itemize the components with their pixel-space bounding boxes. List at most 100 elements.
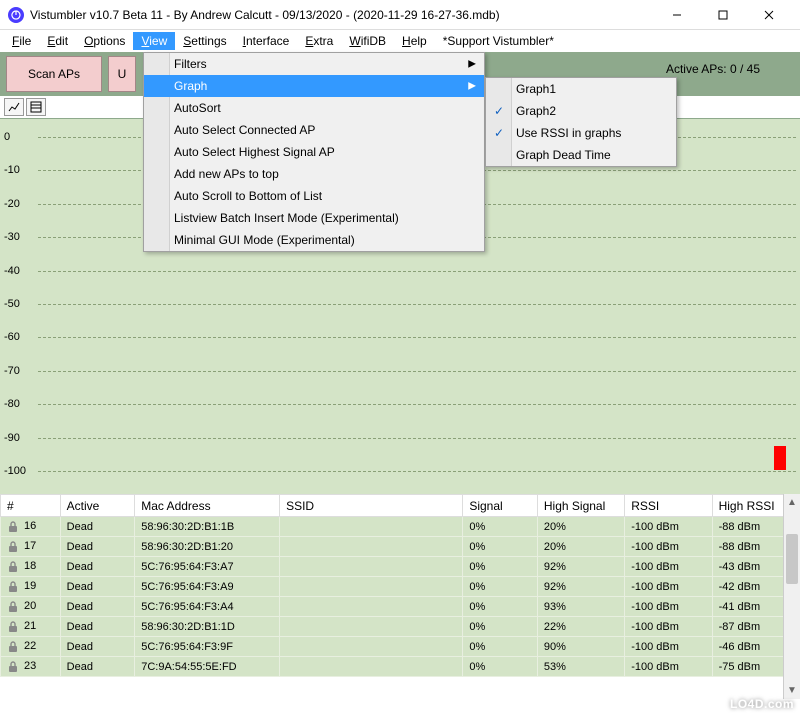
table-row[interactable]: 17Dead58:96:30:2D:B1:200%20%-100 dBm-88 … — [1, 537, 800, 557]
col-active[interactable]: Active — [60, 495, 135, 517]
cell: Dead — [60, 577, 135, 597]
col--[interactable]: # — [1, 495, 61, 517]
cell: 0% — [463, 557, 538, 577]
watermark-text: LO4D.com — [730, 697, 794, 711]
menu-wifidb[interactable]: WifiDB — [341, 32, 394, 50]
gridline — [38, 438, 796, 439]
menu-item-label: Graph1 — [516, 82, 556, 96]
view-menu-auto-scroll-to-bottom-of-list[interactable]: Auto Scroll to Bottom of List — [144, 185, 484, 207]
cell: 16 — [1, 517, 61, 537]
col-ssid[interactable]: SSID — [280, 495, 463, 517]
table-row[interactable]: 16Dead58:96:30:2D:B1:1B0%20%-100 dBm-88 … — [1, 517, 800, 537]
table-row[interactable]: 18Dead5C:76:95:64:F3:A70%92%-100 dBm-43 … — [1, 557, 800, 577]
window-title: Vistumbler v10.7 Beta 11 - By Andrew Cal… — [30, 8, 654, 22]
cell: 0% — [463, 577, 538, 597]
menu-view[interactable]: View — [133, 32, 175, 50]
list-view-icon[interactable] — [26, 98, 46, 116]
cell — [280, 577, 463, 597]
download-icon — [700, 691, 726, 717]
y-tick-label: -20 — [4, 198, 20, 210]
menu-edit[interactable]: Edit — [39, 32, 76, 50]
table-row[interactable]: 21Dead58:96:30:2D:B1:1D0%22%-100 dBm-87 … — [1, 617, 800, 637]
scroll-thumb[interactable] — [786, 534, 798, 584]
cell: 0% — [463, 537, 538, 557]
cell: Dead — [60, 617, 135, 637]
graph-view-icon[interactable] — [4, 98, 24, 116]
menu-file[interactable]: File — [4, 32, 39, 50]
scroll-up-icon[interactable]: ▲ — [784, 494, 800, 511]
col-high-signal[interactable]: High Signal — [537, 495, 624, 517]
cell: 5C:76:95:64:F3:A7 — [135, 557, 280, 577]
gridline — [38, 471, 796, 472]
y-tick-label: -90 — [4, 432, 20, 444]
check-icon: ✓ — [494, 104, 504, 118]
graph-submenu-graph-[interactable]: ✓ Graph2 — [486, 100, 676, 122]
menu-help[interactable]: Help — [394, 32, 435, 50]
cell: 58:96:30:2D:B1:1B — [135, 517, 280, 537]
cell — [280, 517, 463, 537]
view-menu-listview-batch-insert-mode-experimental-[interactable]: Listview Batch Insert Mode (Experimental… — [144, 207, 484, 229]
titlebar: Vistumbler v10.7 Beta 11 - By Andrew Cal… — [0, 0, 800, 30]
cell: 5C:76:95:64:F3:9F — [135, 637, 280, 657]
maximize-button[interactable] — [700, 0, 746, 30]
view-menu-dropdown: Filters▶Graph▶AutoSortAuto Select Connec… — [143, 52, 485, 252]
table-row[interactable]: 22Dead5C:76:95:64:F3:9F0%90%-100 dBm-46 … — [1, 637, 800, 657]
truncated-button[interactable]: U — [108, 56, 136, 92]
menu-item-label: Use RSSI in graphs — [516, 126, 621, 140]
view-menu-auto-select-connected-ap[interactable]: Auto Select Connected AP — [144, 119, 484, 141]
y-tick-label: 0 — [4, 131, 10, 143]
cell: -100 dBm — [625, 557, 712, 577]
submenu-arrow-icon: ▶ — [468, 59, 476, 70]
graph-submenu-use-rssi-in-graphs[interactable]: ✓Use RSSI in graphs — [486, 122, 676, 144]
minimize-button[interactable] — [654, 0, 700, 30]
view-menu-add-new-aps-to-top[interactable]: Add new APs to top — [144, 163, 484, 185]
menu-interface[interactable]: Interface — [235, 32, 298, 50]
graph-submenu-graph-dead-time[interactable]: Graph Dead Time — [486, 144, 676, 166]
cell: 7C:9A:54:55:5E:FD — [135, 657, 280, 677]
cell: -100 dBm — [625, 617, 712, 637]
menu-item-label: Graph Dead Time — [516, 148, 611, 162]
gridline — [38, 371, 796, 372]
menu-extra[interactable]: Extra — [297, 32, 341, 50]
view-menu-autosort[interactable]: AutoSort — [144, 97, 484, 119]
y-tick-label: -30 — [4, 231, 20, 243]
submenu-arrow-icon: ▶ — [468, 81, 476, 92]
cell — [280, 617, 463, 637]
cell: 58:96:30:2D:B1:1D — [135, 617, 280, 637]
table-body: 16Dead58:96:30:2D:B1:1B0%20%-100 dBm-88 … — [1, 517, 800, 677]
window-buttons — [654, 0, 792, 30]
col-signal[interactable]: Signal — [463, 495, 538, 517]
cell: Dead — [60, 597, 135, 617]
view-menu-minimal-gui-mode-experimental-[interactable]: Minimal GUI Mode (Experimental) — [144, 229, 484, 251]
menu-supportvistumbler[interactable]: *Support Vistumbler* — [435, 32, 562, 50]
cell: 0% — [463, 617, 538, 637]
scan-aps-button[interactable]: Scan APs — [6, 56, 102, 92]
col-mac-address[interactable]: Mac Address — [135, 495, 280, 517]
cell: 20 — [1, 597, 61, 617]
col-rssi[interactable]: RSSI — [625, 495, 712, 517]
cell: -100 dBm — [625, 657, 712, 677]
table-row[interactable]: 19Dead5C:76:95:64:F3:A90%92%-100 dBm-42 … — [1, 577, 800, 597]
table-header-row: #ActiveMac AddressSSIDSignalHigh SignalR… — [1, 495, 800, 517]
cell: 93% — [537, 597, 624, 617]
cell: 21 — [1, 617, 61, 637]
view-menu-graph[interactable]: Graph▶ — [144, 75, 484, 97]
close-button[interactable] — [746, 0, 792, 30]
menu-item-label: Graph2 — [516, 104, 556, 118]
gridline — [38, 404, 796, 405]
cell: 17 — [1, 537, 61, 557]
view-menu-filters[interactable]: Filters▶ — [144, 53, 484, 75]
ap-table-wrap: #ActiveMac AddressSSIDSignalHigh SignalR… — [0, 494, 800, 699]
cell: 58:96:30:2D:B1:20 — [135, 537, 280, 557]
graph-submenu-graph-[interactable]: Graph1 — [486, 78, 676, 100]
cell: 18 — [1, 557, 61, 577]
table-row[interactable]: 20Dead5C:76:95:64:F3:A40%93%-100 dBm-41 … — [1, 597, 800, 617]
table-row[interactable]: 23Dead7C:9A:54:55:5E:FD0%53%-100 dBm-75 … — [1, 657, 800, 677]
menu-options[interactable]: Options — [76, 32, 133, 50]
cell — [280, 637, 463, 657]
cell: 92% — [537, 557, 624, 577]
menu-settings[interactable]: Settings — [175, 32, 234, 50]
view-menu-auto-select-highest-signal-ap[interactable]: Auto Select Highest Signal AP — [144, 141, 484, 163]
y-tick-label: -10 — [4, 164, 20, 176]
vertical-scrollbar[interactable]: ▲ ▼ — [783, 494, 800, 699]
